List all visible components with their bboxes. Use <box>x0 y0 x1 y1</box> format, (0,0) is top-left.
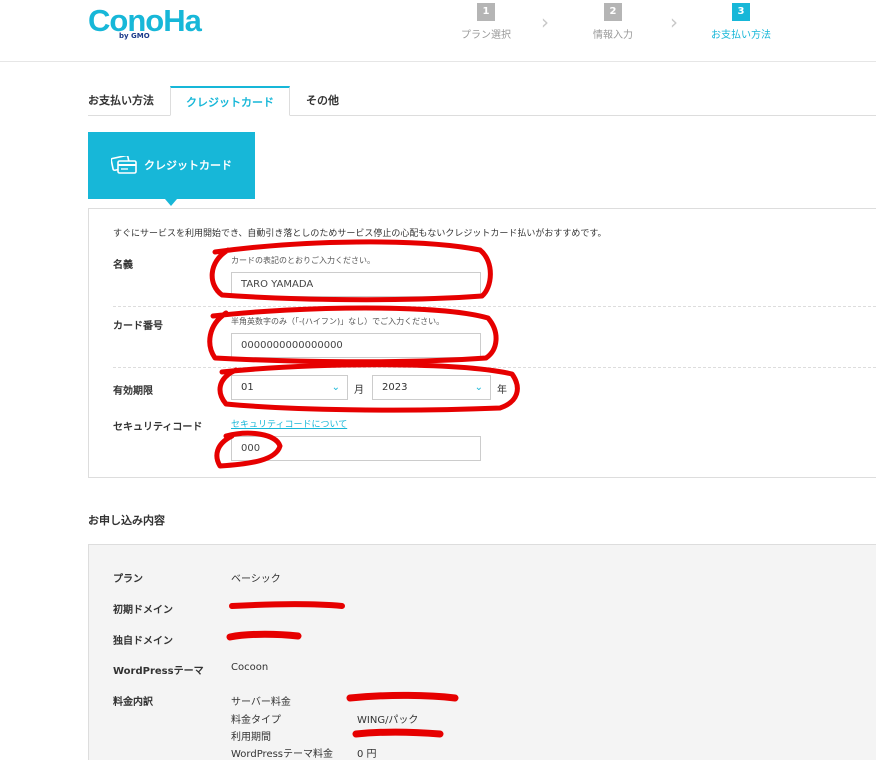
card-form-panel <box>88 208 876 478</box>
credit-card-option-label: クレジットカード <box>144 159 232 172</box>
chevron-down-icon: ⌄ <box>331 382 340 393</box>
expiry-year-value: 2023 <box>382 382 408 393</box>
chevron-right-icon: › <box>541 10 549 34</box>
step-payment-method: 3 お支払い方法 <box>701 3 781 41</box>
plan-value: ベーシック <box>231 574 281 585</box>
card-number-label: カード番号 <box>113 321 163 332</box>
step-plan-select: 1 プラン選択 <box>446 3 526 41</box>
own-domain-label: 独自ドメイン <box>113 636 173 647</box>
fee-row-value: WING/パック <box>357 715 419 726</box>
selected-indicator <box>165 199 177 206</box>
credit-card-option[interactable]: クレジットカード <box>88 132 255 199</box>
fee-row-name: WordPressテーマ料金 <box>231 749 334 760</box>
security-code-label: セキュリティコード <box>113 422 203 433</box>
step-number: 1 <box>477 3 495 21</box>
wp-theme-label: WordPressテーマ <box>113 666 204 677</box>
fee-row-value: 0 円 <box>357 749 377 760</box>
fee-breakdown-label: 料金内訳 <box>113 697 153 708</box>
logo-sub: by GMO <box>119 32 150 40</box>
step-label: お支払い方法 <box>711 30 771 41</box>
step-label: プラン選択 <box>461 30 511 41</box>
fee-row-name: 料金タイプ <box>231 715 281 726</box>
wp-theme-value: Cocoon <box>231 662 269 673</box>
payment-tabs: お支払い方法 クレジットカード その他 <box>88 86 876 116</box>
credit-card-icon <box>110 154 137 177</box>
header: ConoHa by GMO 1 プラン選択 › 2 情報入力 › 3 お支払い方… <box>0 0 876 62</box>
plan-label: プラン <box>113 574 143 585</box>
card-number-input[interactable]: 0000000000000000 <box>231 333 481 358</box>
security-code-help-link[interactable]: セキュリティコードについて <box>231 417 347 430</box>
chevron-right-icon: › <box>670 10 678 34</box>
step-label: 情報入力 <box>593 30 633 41</box>
order-summary-title: お申し込み内容 <box>88 514 165 527</box>
expiry-year-select[interactable]: 2023 ⌄ <box>372 375 491 400</box>
intro-text: すぐにサービスを利用開始でき、自動引き落としのためサービス停止の心配もないクレジ… <box>113 229 607 239</box>
expiry-month-value: 01 <box>241 382 254 393</box>
chevron-down-icon: ⌄ <box>474 382 483 393</box>
step-number: 3 <box>732 3 750 21</box>
card-number-hint: 半角英数字のみ（「-(ハイフン)」なし）でご入力ください。 <box>231 317 445 326</box>
initial-domain-label: 初期ドメイン <box>113 605 173 616</box>
year-unit: 年 <box>497 385 507 396</box>
expiry-month-select[interactable]: 01 ⌄ <box>231 375 348 400</box>
divider <box>113 367 876 368</box>
divider <box>113 306 876 307</box>
fee-row-name: 利用期間 <box>231 732 271 743</box>
name-hint: カードの表記のとおりご入力ください。 <box>231 256 375 265</box>
name-label: 名義 <box>113 260 133 271</box>
expiry-label: 有効期限 <box>113 386 153 397</box>
step-number: 2 <box>604 3 622 21</box>
security-code-input[interactable]: 000 <box>231 436 481 461</box>
month-unit: 月 <box>354 385 364 396</box>
tab-credit-card[interactable]: クレジットカード <box>170 86 290 116</box>
tab-other[interactable]: その他 <box>306 86 356 116</box>
cardholder-name-input[interactable]: TARO YAMADA <box>231 272 481 297</box>
step-info-input: 2 情報入力 <box>573 3 653 41</box>
section-label: お支払い方法 <box>88 94 154 107</box>
order-summary-panel <box>88 544 876 760</box>
fee-row-name: サーバー料金 <box>231 697 291 708</box>
